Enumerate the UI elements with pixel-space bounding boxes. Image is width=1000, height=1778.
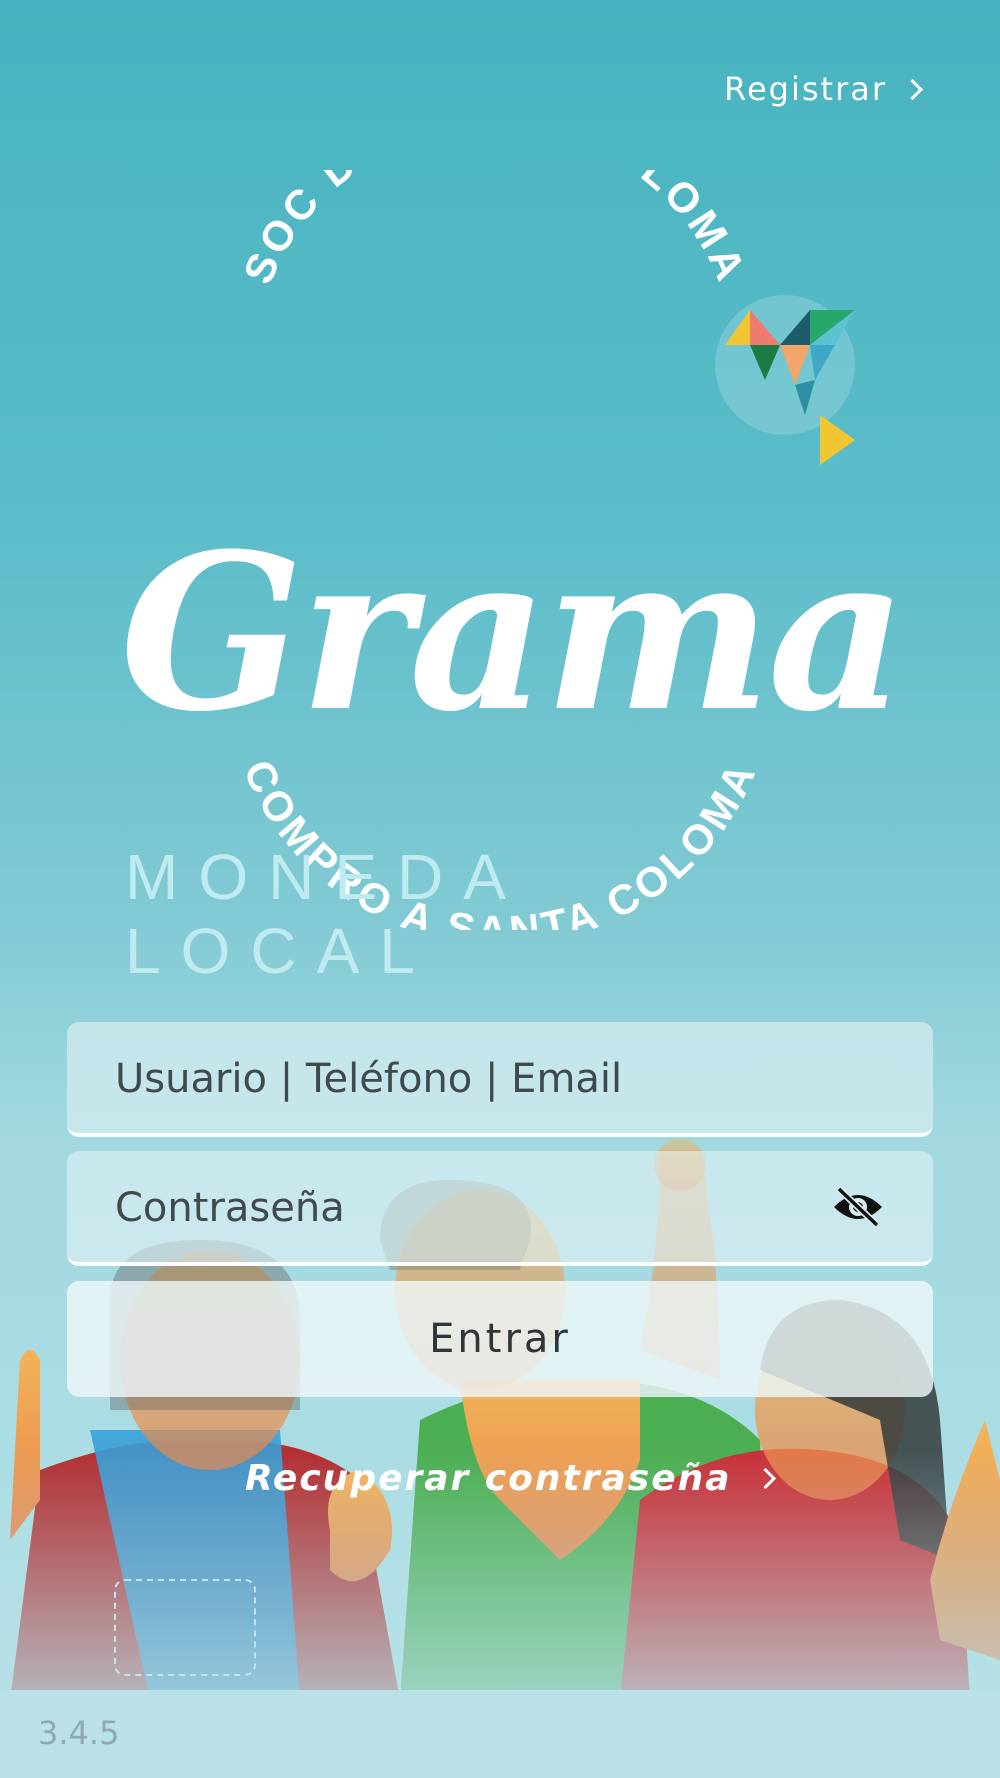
user-field[interactable] xyxy=(67,1022,933,1137)
chevron-right-icon xyxy=(901,78,924,100)
password-field[interactable] xyxy=(67,1151,933,1266)
login-screen: Registrar SOC DE SANTA COLOMA COMPRO A S… xyxy=(0,0,1000,1778)
logo-arc-top: SOC DE SANTA COLOMA xyxy=(234,170,756,290)
login-label: Entrar xyxy=(429,1316,571,1362)
register-link[interactable]: Registrar xyxy=(724,70,924,108)
register-label: Registrar xyxy=(724,70,887,108)
user-input[interactable] xyxy=(113,1022,817,1135)
logo-subtitle: MONEDA LOCAL xyxy=(125,841,523,987)
logo-script-text: Grama xyxy=(120,506,907,759)
recover-label: Recuperar contraseña xyxy=(245,1458,732,1499)
origami-bird-icon xyxy=(715,295,855,465)
chevron-right-icon xyxy=(754,1467,776,1490)
password-input[interactable] xyxy=(113,1151,817,1264)
app-version: 3.4.5 xyxy=(38,1714,120,1752)
recover-password-link[interactable]: Recuperar contraseña xyxy=(245,1458,776,1499)
eye-slash-icon[interactable] xyxy=(831,1185,885,1229)
login-button[interactable]: Entrar xyxy=(67,1281,933,1397)
grama-logo: SOC DE SANTA COLOMA COMPRO A SANTA COLOM… xyxy=(0,170,1000,987)
